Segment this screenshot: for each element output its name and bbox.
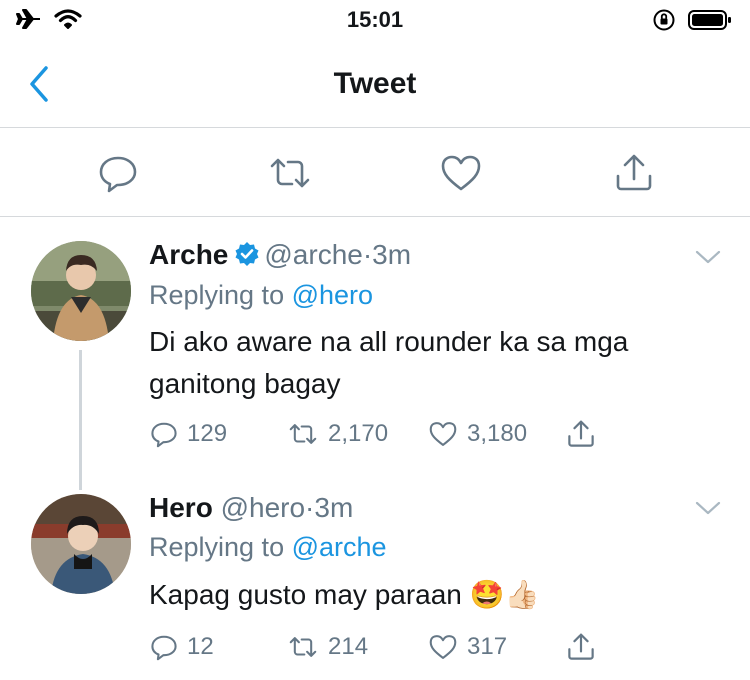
reply-count: 12 — [187, 633, 214, 660]
retweet-count: 2,170 — [328, 420, 389, 447]
status-bar: 15:01 — [0, 0, 750, 40]
heart-icon — [429, 422, 457, 446]
status-time: 15:01 — [346, 7, 404, 32]
replying-to: Replying to @arche — [149, 532, 387, 563]
retweet-button[interactable]: 214 — [286, 630, 368, 664]
separator-dot: · — [305, 492, 315, 523]
retweet-button[interactable]: 2,170 — [286, 417, 388, 451]
avatar[interactable] — [31, 241, 131, 341]
reply-button[interactable] — [96, 151, 140, 195]
display-name[interactable]: Arche — [149, 239, 228, 270]
retweet-icon — [270, 158, 310, 188]
chevron-down-icon — [695, 501, 721, 515]
retweet-count: 214 — [328, 633, 369, 660]
share-button[interactable] — [565, 417, 597, 451]
like-button[interactable]: 317 — [427, 630, 507, 664]
verified-badge-icon — [235, 242, 259, 266]
mention-link[interactable]: @arche — [292, 532, 387, 562]
tweet-header: Hero @hero·3m — [149, 492, 353, 524]
like-button[interactable] — [439, 151, 483, 195]
battery-icon — [688, 10, 731, 30]
share-button[interactable] — [565, 630, 597, 664]
orientation-lock-icon — [653, 9, 675, 31]
tweet-menu-button[interactable] — [694, 498, 722, 518]
nav-bar: Tweet — [0, 40, 750, 128]
reply-icon — [99, 156, 137, 193]
timestamp[interactable]: 3m — [372, 239, 411, 270]
share-icon — [568, 420, 594, 447]
display-name[interactable]: Hero — [149, 492, 213, 523]
reply-tweet-arche: Arche @arche·3m Replying to @hero Di ako… — [0, 217, 750, 482]
tweet-header: Arche @arche·3m — [149, 239, 411, 271]
chevron-down-icon — [695, 250, 721, 264]
mention-link[interactable]: @hero — [292, 280, 373, 310]
handle[interactable]: @hero — [221, 492, 305, 523]
share-icon — [568, 633, 594, 660]
like-count: 3,180 — [467, 420, 528, 447]
retweet-button[interactable] — [268, 151, 312, 195]
share-icon — [616, 154, 652, 191]
reply-icon — [151, 422, 177, 448]
replying-to-label: Replying to — [149, 280, 285, 310]
reply-tweet-hero: Hero @hero·3m Replying to @arche Kapag g… — [0, 482, 750, 680]
avatar[interactable] — [31, 494, 131, 594]
reply-icon — [151, 635, 177, 661]
like-button[interactable]: 3,180 — [427, 417, 527, 451]
timestamp[interactable]: 3m — [314, 492, 353, 523]
tweet-text: Di ako aware na all rounder ka sa mga ga… — [149, 326, 629, 399]
tweet-actions: 12 214 317 — [149, 630, 609, 664]
tweet-actions: 129 2,170 3,180 — [149, 417, 609, 451]
separator-dot: · — [362, 239, 373, 270]
avatar-photo-hero — [31, 494, 131, 594]
page-title: Tweet — [333, 67, 417, 100]
handle[interactable]: @arche — [264, 239, 362, 270]
replying-to: Replying to @hero — [149, 280, 373, 311]
tweet-menu-button[interactable] — [694, 247, 722, 267]
retweet-icon — [289, 637, 317, 657]
avatar-photo-arche — [31, 241, 131, 341]
heart-icon — [429, 635, 457, 659]
heart-icon — [441, 155, 481, 191]
replying-to-label: Replying to — [149, 532, 285, 562]
tweet-text: Kapag gusto may paraan 🤩👍🏻 — [149, 579, 540, 610]
retweet-icon — [289, 424, 317, 444]
status-right — [652, 8, 732, 32]
reply-count: 129 — [187, 420, 228, 447]
reply-button[interactable]: 129 — [149, 417, 227, 451]
share-button[interactable] — [612, 151, 656, 195]
tweet-action-bar — [0, 129, 750, 217]
reply-button[interactable]: 12 — [149, 630, 214, 664]
like-count: 317 — [467, 633, 508, 660]
